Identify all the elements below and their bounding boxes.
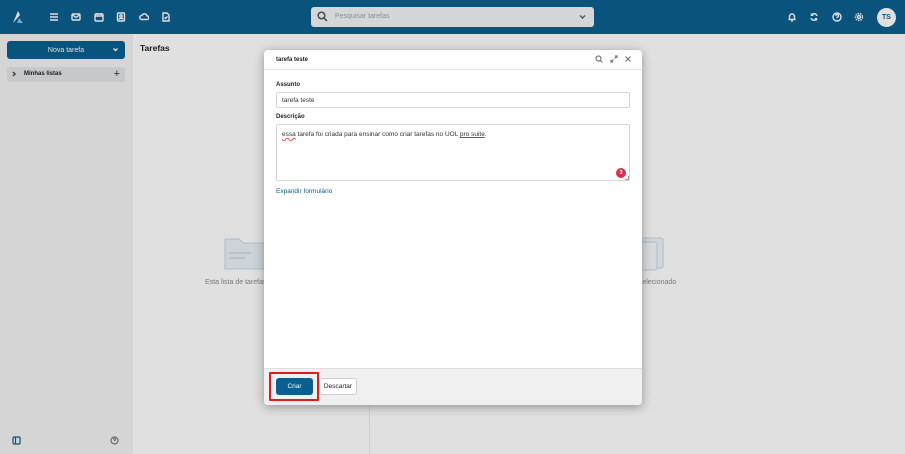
discard-button[interactable]: Descartar [319,378,357,395]
expand-form-link[interactable]: Expandir formulário [276,188,332,195]
description-label: Descrição [276,114,305,120]
description-text: tarefa foi criada para ensinar como cria… [295,131,460,138]
description-textarea[interactable]: essa tarefa foi criada para ensinar como… [276,124,630,181]
dialog-title: tarefa teste [276,57,309,63]
resize-handle[interactable] [625,176,629,180]
subject-label: Assunto [276,82,300,88]
task-dialog: tarefa teste Assunto tarefa teste Descri… [264,50,642,405]
subject-input[interactable]: tarefa teste [276,92,630,108]
search-icon[interactable] [595,55,605,65]
close-icon[interactable] [624,55,634,65]
dialog-footer: Criar Descartar [264,368,642,405]
create-button[interactable]: Criar [276,378,313,395]
dialog-header: tarefa teste [264,50,642,70]
description-end: . [484,131,487,138]
expand-icon[interactable] [610,55,620,65]
spelling-flag: essa [282,131,296,138]
grammar-flag: pro suite [459,131,485,138]
